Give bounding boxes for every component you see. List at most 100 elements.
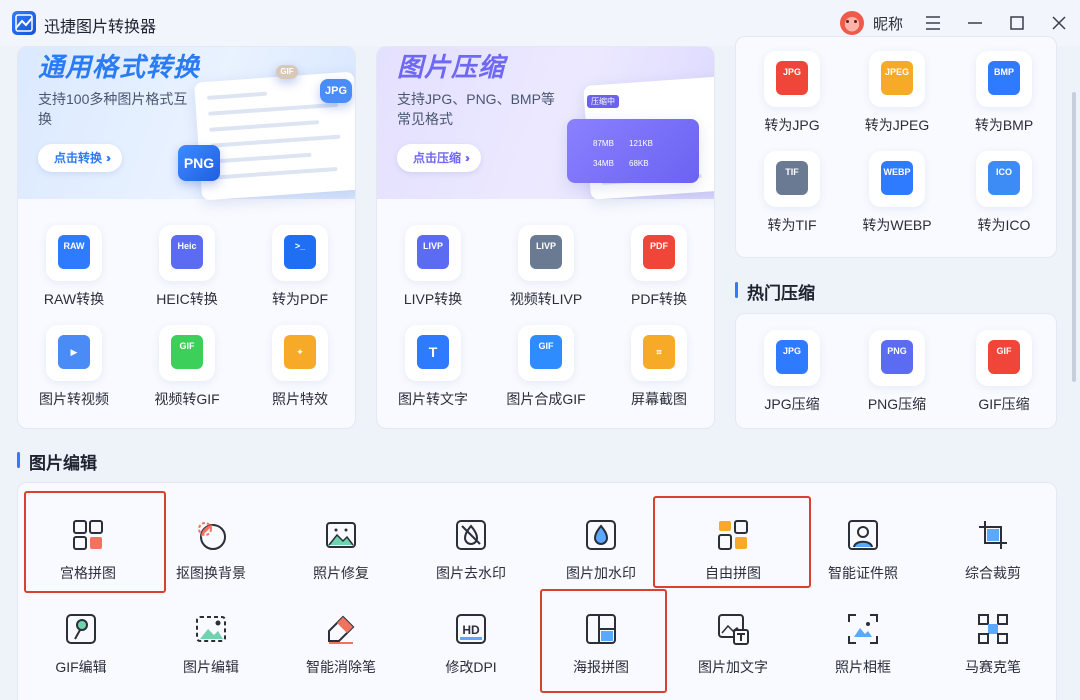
tif-icon: TIF: [764, 151, 820, 207]
tool-merge-gif[interactable]: GIF 图片合成GIF: [490, 325, 602, 417]
photo-effect-icon: ✦: [272, 325, 328, 381]
tool-to-bmp[interactable]: BMP 转为BMP: [948, 51, 1056, 143]
tool-video-to-livp[interactable]: LIVP 视频转LIVP: [490, 225, 602, 317]
raw-tag: RAW: [58, 235, 90, 269]
edit-id-photo[interactable]: 智能证件照: [803, 519, 923, 599]
tool-label: 转为BMP: [974, 117, 1034, 133]
compress-banner[interactable]: 图片压缩 支持JPG、PNG、BMP等常见格式 点击压缩 ›› 压缩中 87MB …: [377, 47, 714, 200]
tool-photo-effect[interactable]: ✦ 照片特效: [244, 325, 355, 417]
tool-gif-compress[interactable]: GIF GIF压缩: [948, 330, 1056, 422]
livp-tag: LIVP: [417, 235, 449, 269]
tool-livp-convert[interactable]: LIVP LIVP转换: [377, 225, 489, 317]
edit-label: 自由拼图: [705, 565, 761, 581]
remove-watermark-icon: [456, 520, 486, 550]
png-badge: PNG: [178, 145, 220, 181]
start-compress-button[interactable]: 点击压缩 ››: [397, 144, 482, 172]
tool-to-jpeg[interactable]: JPEG 转为JPEG: [841, 51, 953, 143]
image-edit-title: 图片编辑: [17, 449, 97, 474]
edit-cutout[interactable]: 抠图换背景: [151, 519, 271, 599]
minimize-icon[interactable]: [964, 12, 986, 34]
mosaic-icon: [978, 614, 1008, 644]
edit-image[interactable]: 图片编辑: [151, 613, 271, 693]
tool-png-compress[interactable]: PNG PNG压缩: [841, 330, 953, 422]
tool-to-pdf[interactable]: >_ 转为PDF: [244, 225, 355, 317]
edit-poster-collage[interactable]: 海报拼图: [541, 613, 661, 693]
nickname[interactable]: 昵称: [873, 13, 903, 34]
image-edit-icon: [196, 616, 226, 642]
tool-label: 转为ICO: [977, 217, 1031, 233]
compress-stats-panel: 压缩中 87MB 121KB 34MB 68KB: [567, 95, 699, 183]
photo-effect-glyph: ✦: [284, 335, 316, 369]
compressed-size-1: 121KB: [629, 139, 654, 148]
edit-label: 智能证件照: [828, 565, 898, 581]
tool-label: 视频转GIF: [154, 391, 220, 407]
edit-crop[interactable]: 综合裁剪: [933, 519, 1053, 599]
tool-heic-convert[interactable]: Heic HEIC转换: [131, 225, 243, 317]
edit-label: 图片编辑: [183, 659, 239, 675]
tool-to-ico[interactable]: ICO 转为ICO: [948, 151, 1056, 243]
compress-card: 图片压缩 支持JPG、PNG、BMP等常见格式 点击压缩 ›› 压缩中 87MB …: [376, 46, 715, 429]
edit-eraser-pen[interactable]: 智能消除笔: [281, 613, 401, 693]
original-size-2: 34MB: [593, 159, 614, 168]
edit-dpi[interactable]: HD 修改DPI: [411, 613, 531, 693]
compressed-size-2: 68KB: [629, 159, 649, 168]
tool-pdf-convert[interactable]: PDF PDF转换: [603, 225, 714, 317]
tool-label: GIF压缩: [978, 396, 1030, 412]
gif-compress-icon: GIF: [976, 330, 1032, 386]
edit-photo-repair[interactable]: 照片修复: [281, 519, 401, 599]
png-compress-icon: PNG: [869, 330, 925, 386]
format-convert-card: 通用格式转换 支持100多种图片格式互换 点击转换 ›› JPG GIF PNG …: [17, 46, 356, 429]
edit-add-text[interactable]: 图片加文字: [673, 613, 793, 693]
banner-subtitle: 支持100多种图片格式互换: [38, 91, 188, 127]
screenshot-icon: ⌗: [631, 325, 687, 381]
edit-grid-collage[interactable]: 宫格拼图: [28, 519, 148, 599]
edit-label: 马赛克笔: [965, 659, 1021, 675]
tool-label: 视频转LIVP: [509, 291, 583, 307]
jpeg-tag: JPEG: [881, 61, 913, 95]
video-to-gif-icon: GIF: [159, 325, 215, 381]
jpg-icon: JPG: [764, 51, 820, 107]
dpi-icon: HD: [456, 614, 486, 644]
edit-remove-watermark[interactable]: 图片去水印: [411, 519, 531, 599]
tool-to-tif[interactable]: TIF 转为TIF: [736, 151, 848, 243]
edit-gif[interactable]: GIF编辑: [21, 613, 141, 693]
tool-screenshot[interactable]: ⌗ 屏幕截图: [603, 325, 714, 417]
tool-image-to-video[interactable]: ▶ 图片转视频: [18, 325, 130, 417]
edit-add-watermark[interactable]: 图片加水印: [541, 519, 661, 599]
tool-label: HEIC转换: [156, 291, 218, 307]
edit-free-collage[interactable]: 自由拼图: [673, 519, 793, 599]
scrollbar-thumb[interactable]: [1072, 92, 1076, 382]
photo-repair-icon: [326, 522, 356, 548]
edit-label: 图片加文字: [698, 659, 768, 675]
maximize-icon[interactable]: [1006, 12, 1028, 34]
start-compress-label: 点击压缩: [413, 151, 462, 165]
banner-title: 通用格式转换: [38, 52, 201, 82]
png-compress-tag: PNG: [881, 340, 913, 374]
tool-to-webp[interactable]: WEBP 转为WEBP: [841, 151, 953, 243]
gif-compress-tag: GIF: [988, 340, 1020, 374]
edit-label: 图片去水印: [436, 565, 506, 581]
close-icon[interactable]: [1048, 12, 1070, 34]
avatar[interactable]: [840, 11, 864, 35]
tool-image-to-text[interactable]: T 图片转文字: [377, 325, 489, 417]
edit-mosaic[interactable]: 马赛克笔: [933, 613, 1053, 693]
format-convert-banner[interactable]: 通用格式转换 支持100多种图片格式互换 点击转换 ›› JPG GIF PNG: [18, 47, 355, 201]
tool-jpg-compress[interactable]: JPG JPG压缩: [736, 330, 848, 422]
add-watermark-icon: [586, 520, 616, 550]
tif-tag: TIF: [776, 161, 808, 195]
tool-label: 屏幕截图: [631, 391, 687, 407]
edit-label: 海报拼图: [573, 659, 629, 675]
tool-to-jpg[interactable]: JPG 转为JPG: [736, 51, 848, 143]
edit-photo-frame[interactable]: 照片相框: [803, 613, 923, 693]
tool-raw-convert[interactable]: RAW RAW转换: [18, 225, 130, 317]
pdf-convert-tag: PDF: [643, 235, 675, 269]
edit-label: GIF编辑: [55, 659, 107, 675]
tool-video-to-gif[interactable]: GIF 视频转GIF: [131, 325, 243, 417]
video-to-gif-tag: GIF: [171, 335, 203, 369]
livp-icon: LIVP: [405, 225, 461, 281]
menu-icon[interactable]: [922, 12, 944, 34]
image-to-text-tag: T: [417, 335, 449, 369]
bmp-icon: BMP: [976, 51, 1032, 107]
start-convert-button[interactable]: 点击转换 ››: [38, 144, 123, 172]
crop-icon: [979, 521, 1007, 549]
